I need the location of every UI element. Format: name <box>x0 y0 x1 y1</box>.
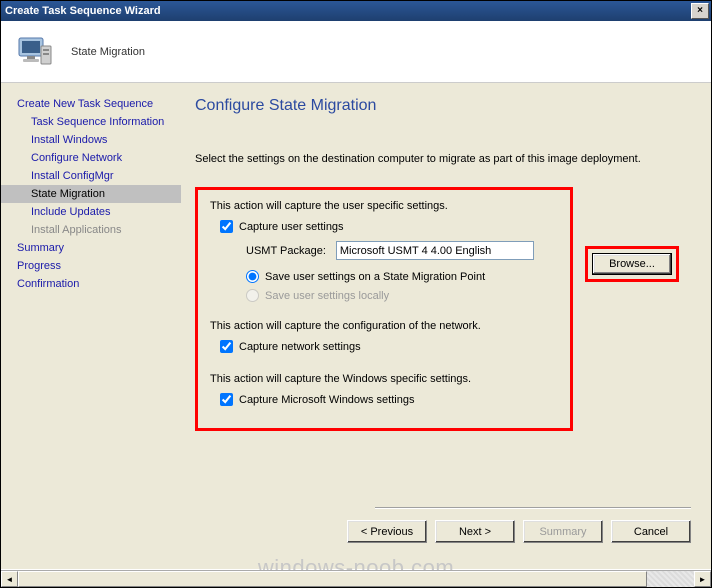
usmt-label: USMT Package: <box>246 245 326 257</box>
capture-windows-label: Capture Microsoft Windows settings <box>239 394 414 406</box>
usmt-package-row: USMT Package: <box>210 241 558 260</box>
previous-button[interactable]: < Previous <box>347 520 427 543</box>
wizard-footer: < Previous Next > Summary Cancel <box>347 520 691 543</box>
summary-button: Summary <box>523 520 603 543</box>
radio-local-label: Save user settings locally <box>265 290 389 302</box>
section-user-text: This action will capture the user specif… <box>210 200 558 212</box>
capture-network-checkbox[interactable] <box>220 340 233 353</box>
section-network-text: This action will capture the configurati… <box>210 320 558 332</box>
radio-local-row: Save user settings locally <box>210 289 558 302</box>
scroll-thumb[interactable] <box>18 571 647 587</box>
settings-highlight: This action will capture the user specif… <box>195 187 573 431</box>
instruction-text: Select the settings on the destination c… <box>195 153 691 165</box>
sidebar-item-confirmation[interactable]: Confirmation <box>1 275 181 293</box>
close-button[interactable]: × <box>691 3 709 19</box>
sidebar-item-ts-info[interactable]: Task Sequence Information <box>1 113 181 131</box>
sidebar-item-include-updates[interactable]: Include Updates <box>1 203 181 221</box>
page-title: Configure State Migration <box>195 97 691 115</box>
capture-network-row: Capture network settings <box>210 340 558 353</box>
sidebar-item-install-windows[interactable]: Install Windows <box>1 131 181 149</box>
sidebar-item-install-configmgr[interactable]: Install ConfigMgr <box>1 167 181 185</box>
capture-user-checkbox[interactable] <box>220 220 233 233</box>
horizontal-scrollbar[interactable]: ◄ ► <box>1 570 711 587</box>
sidebar-item-configure-network[interactable]: Configure Network <box>1 149 181 167</box>
wizard-sidebar: Create New Task Sequence Task Sequence I… <box>1 83 181 569</box>
radio-save-smp[interactable] <box>246 270 259 283</box>
browse-button[interactable]: Browse... <box>592 253 672 275</box>
capture-network-label: Capture network settings <box>239 341 361 353</box>
computer-icon <box>15 32 55 72</box>
wizard-header: State Migration <box>1 21 711 83</box>
sidebar-item-state-migration[interactable]: State Migration <box>1 185 181 203</box>
capture-windows-checkbox[interactable] <box>220 393 233 406</box>
radio-save-local <box>246 289 259 302</box>
scroll-right-arrow[interactable]: ► <box>694 571 711 587</box>
scroll-left-arrow[interactable]: ◄ <box>1 571 18 587</box>
next-button[interactable]: Next > <box>435 520 515 543</box>
cancel-button[interactable]: Cancel <box>611 520 691 543</box>
radio-smp-label: Save user settings on a State Migration … <box>265 271 485 283</box>
capture-windows-row: Capture Microsoft Windows settings <box>210 393 558 406</box>
usmt-package-field[interactable] <box>336 241 534 260</box>
wizard-body: Create New Task Sequence Task Sequence I… <box>1 83 711 569</box>
capture-user-row: Capture user settings <box>210 220 558 233</box>
wizard-main: Configure State Migration Select the set… <box>181 83 711 569</box>
titlebar: Create Task Sequence Wizard × <box>1 1 711 21</box>
capture-user-label: Capture user settings <box>239 221 344 233</box>
sidebar-item-create-new[interactable]: Create New Task Sequence <box>1 95 181 113</box>
sidebar-item-install-apps[interactable]: Install Applications <box>1 221 181 239</box>
window-title: Create Task Sequence Wizard <box>5 5 691 17</box>
footer-separator <box>375 507 691 509</box>
radio-smp-row: Save user settings on a State Migration … <box>210 270 558 283</box>
browse-highlight: Browse... <box>585 246 679 282</box>
scroll-track[interactable] <box>18 571 694 587</box>
header-step-name: State Migration <box>71 46 145 58</box>
sidebar-item-summary[interactable]: Summary <box>1 239 181 257</box>
section-windows-text: This action will capture the Windows spe… <box>210 373 558 385</box>
sidebar-item-progress[interactable]: Progress <box>1 257 181 275</box>
